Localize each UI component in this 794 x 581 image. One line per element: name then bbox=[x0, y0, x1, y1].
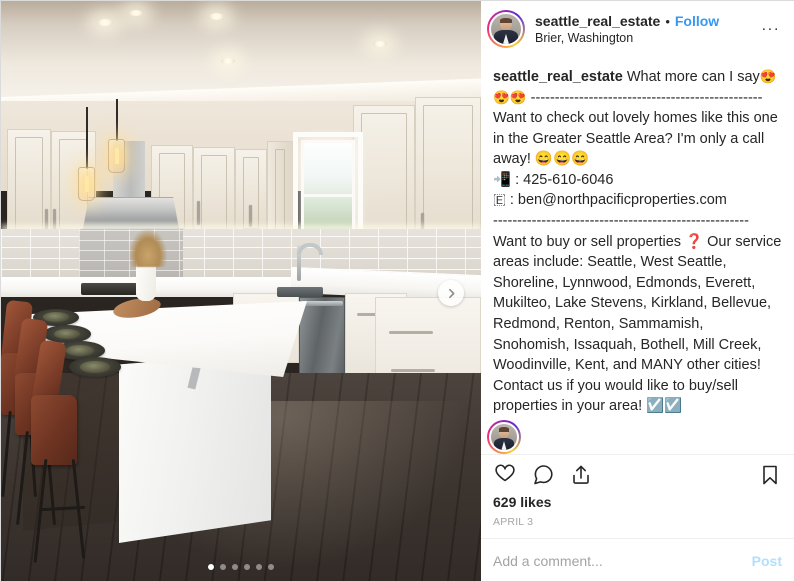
share-icon bbox=[573, 465, 589, 484]
dishwasher-handle bbox=[301, 301, 343, 306]
place-setting bbox=[69, 357, 121, 377]
caption-divider-1: ----------------------------------------… bbox=[530, 89, 763, 106]
caption-text-2: Want to check out lovely homes like this… bbox=[493, 110, 778, 168]
barstool bbox=[31, 395, 77, 465]
carousel-dot-3[interactable] bbox=[232, 564, 238, 570]
post-caption: seattle_real_estate What more can I say😍… bbox=[493, 67, 782, 417]
pendant-light bbox=[108, 139, 125, 173]
carousel-dot-1[interactable] bbox=[208, 564, 214, 570]
post-sidebar: seattle_real_estate • Follow Brier, Wash… bbox=[481, 1, 794, 581]
carousel-next-button[interactable] bbox=[438, 280, 464, 306]
heart-icon bbox=[495, 464, 515, 482]
carousel-dot-2[interactable] bbox=[220, 564, 226, 570]
pendant-light bbox=[78, 167, 95, 201]
location-link[interactable]: Brier, Washington bbox=[535, 31, 748, 45]
dried-floral-arrangement bbox=[129, 229, 167, 267]
gas-cooktop bbox=[81, 283, 137, 295]
caption-divider-2: ----------------------------------------… bbox=[493, 213, 749, 230]
comment-button[interactable] bbox=[531, 463, 555, 487]
add-comment-bar: Post bbox=[481, 538, 794, 581]
pendant-cord bbox=[86, 107, 88, 169]
post-comment-button[interactable]: Post bbox=[752, 553, 782, 569]
cabinet-pull bbox=[391, 369, 435, 372]
caption-phone-line: 📲 : 425-610-6046 bbox=[493, 171, 614, 188]
carousel-dot-4[interactable] bbox=[244, 564, 250, 570]
post-header: seattle_real_estate • Follow Brier, Wash… bbox=[481, 1, 794, 57]
carousel-dot-6[interactable] bbox=[268, 564, 274, 570]
cabinet-pull bbox=[197, 201, 200, 225]
pendant-cord bbox=[116, 99, 118, 141]
caption-text-3: Want to buy or sell properties ❓ Our ser… bbox=[493, 233, 782, 415]
likes-count[interactable]: 629 likes bbox=[493, 494, 782, 510]
username-link[interactable]: seattle_real_estate bbox=[535, 13, 660, 29]
ceiling-light bbox=[129, 10, 143, 16]
more-options-button[interactable]: ... bbox=[758, 16, 784, 42]
comment-avatar[interactable] bbox=[487, 420, 521, 454]
kitchen-sink bbox=[277, 287, 323, 297]
avatar[interactable] bbox=[487, 10, 525, 48]
comment-row bbox=[487, 418, 782, 454]
bookmark-icon bbox=[763, 465, 777, 485]
caption-username[interactable]: seattle_real_estate bbox=[493, 69, 623, 85]
comment-icon bbox=[534, 465, 553, 485]
post-media[interactable] bbox=[1, 1, 481, 581]
ceiling-light bbox=[373, 41, 387, 47]
header-text: seattle_real_estate • Follow Brier, Wash… bbox=[535, 13, 748, 45]
post-date: APRIL 3 bbox=[493, 516, 534, 528]
like-button[interactable] bbox=[493, 463, 517, 487]
post-actions: 629 likes APRIL 3 bbox=[481, 454, 794, 538]
chevron-right-icon bbox=[448, 288, 454, 298]
caption-scroll-area[interactable]: seattle_real_estate What more can I say😍… bbox=[481, 57, 794, 454]
comment-input[interactable] bbox=[493, 552, 744, 569]
ceiling-light bbox=[209, 13, 224, 20]
share-button[interactable] bbox=[569, 463, 593, 487]
action-icon-bar bbox=[493, 463, 782, 487]
kitchen-photo bbox=[1, 1, 481, 581]
save-button[interactable] bbox=[758, 463, 782, 487]
caption-email-line: 🇪 : ben@northpacificproperties.com bbox=[493, 192, 727, 209]
ceiling-light bbox=[221, 58, 235, 64]
cabinet-pull bbox=[249, 205, 252, 227]
separator-dot: • bbox=[665, 14, 670, 29]
cabinet-pull bbox=[389, 331, 433, 334]
ceiling-light bbox=[97, 19, 113, 26]
caption-text-1: What more can I say bbox=[626, 69, 760, 85]
instagram-post: seattle_real_estate • Follow Brier, Wash… bbox=[0, 0, 794, 581]
follow-button[interactable]: Follow bbox=[675, 13, 719, 29]
carousel-dot-5[interactable] bbox=[256, 564, 262, 570]
carousel-dots[interactable] bbox=[1, 564, 481, 570]
